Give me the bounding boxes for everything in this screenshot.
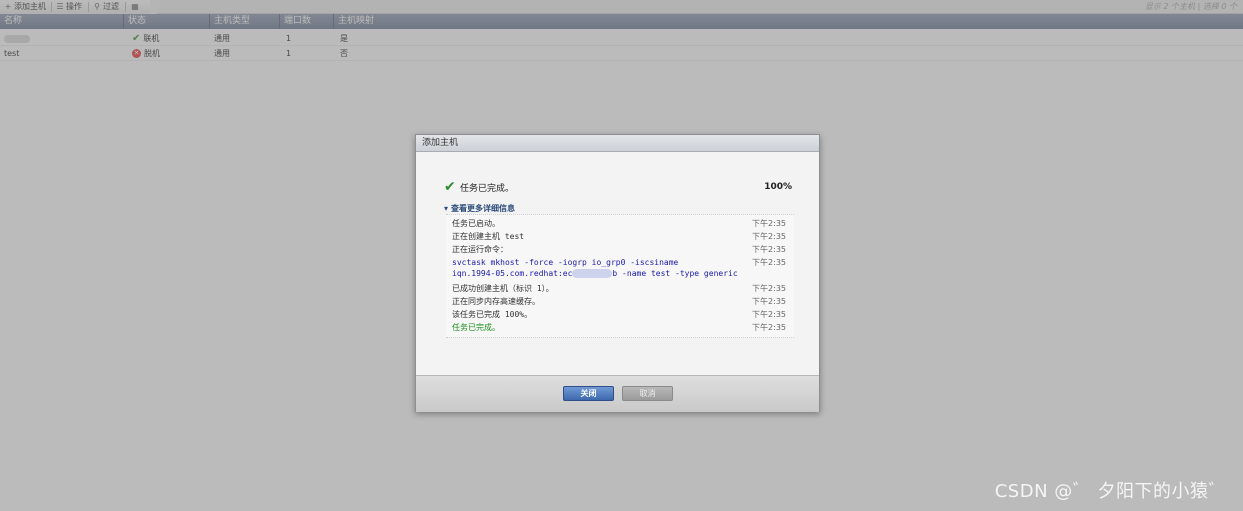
check-icon: ✔ bbox=[444, 179, 456, 195]
watermark: CSDN @゛ 夕阳下的小猿゛ bbox=[994, 481, 1227, 502]
close-button[interactable]: 关闭 bbox=[563, 386, 614, 401]
redacted-iqn bbox=[572, 269, 613, 278]
details-toggle[interactable]: ▾ 查看更多详细信息 bbox=[444, 203, 515, 214]
dialog-title: 添加主机 bbox=[416, 135, 819, 152]
cancel-button[interactable]: 取消 bbox=[622, 386, 673, 401]
dialog-footer: 关闭 取消 bbox=[416, 375, 819, 412]
task-status-text: 任务已完成。 bbox=[460, 183, 515, 194]
dialog-body: ✔ 任务已完成。 100% ▾ 查看更多详细信息 任务已启动。 下午2:35 正… bbox=[416, 152, 819, 375]
task-status: ✔ 任务已完成。 100% bbox=[444, 180, 792, 194]
add-host-dialog: 添加主机 ✔ 任务已完成。 100% ▾ 查看更多详细信息 任务已启动。 下午2… bbox=[415, 134, 820, 412]
details-toggle-label: 查看更多详细信息 bbox=[451, 204, 516, 213]
task-progress: 100% bbox=[764, 182, 792, 192]
triangle-down-icon: ▾ bbox=[444, 204, 449, 213]
task-log: 任务已启动。 下午2:35 正在创建主机 test 下午2:35 正在运行命令：… bbox=[446, 214, 794, 338]
